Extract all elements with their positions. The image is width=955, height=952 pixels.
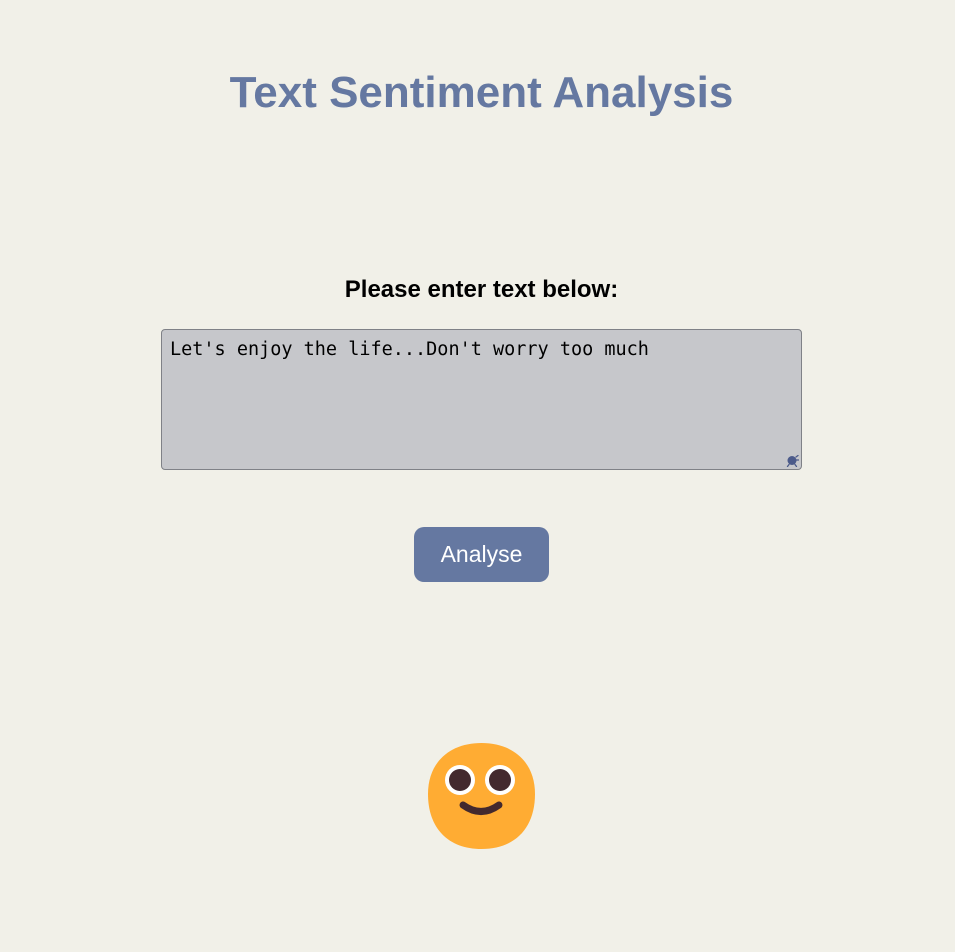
input-prompt-label: Please enter text below: bbox=[344, 276, 619, 303]
text-input[interactable] bbox=[161, 329, 802, 470]
smiling-face-icon bbox=[428, 743, 535, 849]
page-title: Text Sentiment Analysis bbox=[229, 68, 734, 117]
text-input-container bbox=[161, 329, 802, 470]
resize-handle-icon[interactable] bbox=[786, 454, 799, 467]
page: Text Sentiment Analysis Please enter tex… bbox=[0, 0, 955, 952]
analyse-button[interactable]: Analyse bbox=[414, 527, 549, 582]
